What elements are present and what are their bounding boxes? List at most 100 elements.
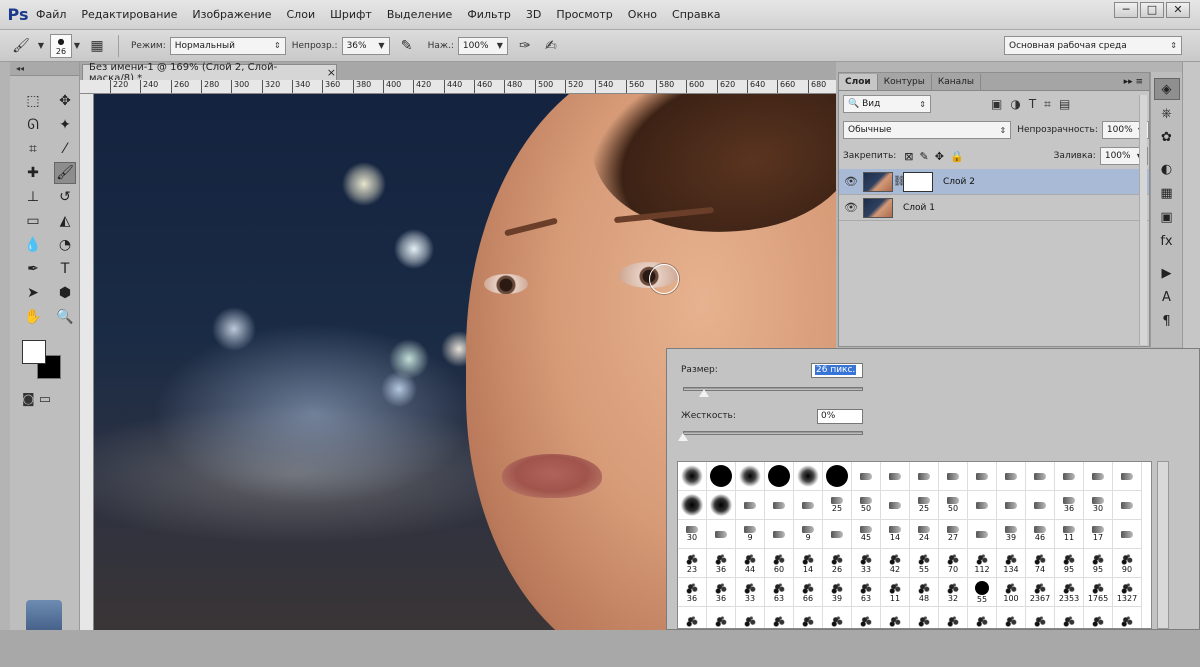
actions-panel-icon[interactable]: ▶ bbox=[1154, 262, 1180, 284]
brush-preset[interactable] bbox=[1113, 607, 1142, 628]
brush-preset[interactable]: 36 bbox=[707, 549, 736, 578]
lock-pixels-icon[interactable]: ✎ bbox=[920, 150, 929, 163]
brush-preset[interactable] bbox=[1084, 462, 1113, 491]
lasso-tool-icon[interactable]: ᘏ bbox=[22, 114, 44, 136]
brush-preset[interactable] bbox=[1084, 607, 1113, 628]
menu-view[interactable]: Просмотр bbox=[556, 8, 612, 21]
hand-tool-icon[interactable]: ✋ bbox=[22, 306, 44, 328]
marquee-tool-icon[interactable]: ⬚ bbox=[22, 90, 44, 112]
brush-preset[interactable] bbox=[939, 607, 968, 628]
brush-preset[interactable]: 33 bbox=[736, 578, 765, 607]
menu-window[interactable]: Окно bbox=[628, 8, 657, 21]
brush-preset[interactable]: 1327 bbox=[1113, 578, 1142, 607]
brush-preset[interactable] bbox=[823, 607, 852, 628]
brush-preset[interactable] bbox=[881, 462, 910, 491]
blur-tool-icon[interactable]: 💧 bbox=[22, 234, 44, 256]
paths-panel-icon[interactable]: ✿ bbox=[1154, 126, 1180, 148]
brush-preset[interactable]: 70 bbox=[939, 549, 968, 578]
history-brush-tool-icon[interactable]: ↺ bbox=[54, 186, 76, 208]
brush-preset[interactable] bbox=[707, 491, 736, 520]
move-tool-icon[interactable]: ✥ bbox=[54, 90, 76, 112]
brush-preset[interactable] bbox=[1026, 491, 1055, 520]
brush-preset[interactable]: 9 bbox=[736, 520, 765, 549]
brush-preset[interactable] bbox=[881, 491, 910, 520]
brush-preset[interactable] bbox=[968, 462, 997, 491]
brush-preset[interactable]: 2353 bbox=[1055, 578, 1084, 607]
brush-preset[interactable]: 32 bbox=[939, 578, 968, 607]
chevron-down-icon[interactable]: ▼ bbox=[36, 35, 46, 57]
brush-preset[interactable]: 112 bbox=[968, 549, 997, 578]
clone-stamp-tool-icon[interactable]: ⊥ bbox=[22, 186, 44, 208]
brush-preset[interactable]: 25 bbox=[823, 491, 852, 520]
magic-wand-tool-icon[interactable]: ✦ bbox=[54, 114, 76, 136]
brush-preset[interactable]: 11 bbox=[1055, 520, 1084, 549]
brush-preset[interactable]: 33 bbox=[852, 549, 881, 578]
panel-menu-icon[interactable]: ▸▸ ≡ bbox=[1124, 74, 1149, 90]
maximize-button[interactable]: □ bbox=[1140, 2, 1164, 18]
layer-mask-thumbnail[interactable] bbox=[903, 171, 933, 192]
brush-preset[interactable]: 45 bbox=[852, 520, 881, 549]
zoom-tool-icon[interactable]: 🔍 bbox=[54, 306, 76, 328]
brush-preset[interactable]: 14 bbox=[794, 549, 823, 578]
channels-panel-icon[interactable]: ⎈ bbox=[1154, 102, 1180, 124]
hardness-input[interactable]: 0% bbox=[817, 409, 863, 424]
brush-preset[interactable] bbox=[794, 462, 823, 491]
brush-preset[interactable] bbox=[707, 607, 736, 628]
filter-adjustment-icon[interactable]: ◑ bbox=[1010, 97, 1020, 112]
layer-row[interactable]: 👁 ⛓ Слой 2 bbox=[839, 169, 1149, 195]
paint-bucket-tool-icon[interactable]: ◭ bbox=[54, 210, 76, 232]
brush-tool-preset-icon[interactable]: 🖌 bbox=[10, 35, 32, 57]
type-tool-icon[interactable]: T bbox=[54, 258, 76, 280]
brush-preset[interactable]: 95 bbox=[1055, 549, 1084, 578]
brush-preset[interactable]: 30 bbox=[1084, 491, 1113, 520]
brush-preset[interactable]: 14 bbox=[881, 520, 910, 549]
adjustments-panel-icon[interactable]: ◐ bbox=[1154, 158, 1180, 180]
close-icon[interactable]: × bbox=[327, 66, 336, 79]
minimize-button[interactable]: ─ bbox=[1114, 2, 1138, 18]
brush-preset[interactable]: 39 bbox=[997, 520, 1026, 549]
opacity-input[interactable]: 36% ▼ bbox=[341, 36, 390, 55]
quick-mask-icon[interactable]: ◙ ▭ bbox=[22, 392, 51, 407]
brush-preset[interactable]: 27 bbox=[939, 520, 968, 549]
brush-preset[interactable]: 2367 bbox=[1026, 578, 1055, 607]
menu-image[interactable]: Изображение bbox=[192, 8, 271, 21]
brush-preset[interactable]: 63 bbox=[852, 578, 881, 607]
brush-preset[interactable] bbox=[823, 462, 852, 491]
fx-panel-icon[interactable]: fx bbox=[1154, 230, 1180, 252]
brush-preset[interactable] bbox=[765, 491, 794, 520]
brush-preset[interactable] bbox=[910, 462, 939, 491]
visibility-eye-icon[interactable]: 👁 bbox=[839, 175, 863, 188]
brush-preset[interactable] bbox=[736, 462, 765, 491]
pen-tool-icon[interactable]: ✒ bbox=[22, 258, 44, 280]
size-input[interactable]: 26 пикс. bbox=[811, 363, 863, 378]
brush-preset[interactable]: 17 bbox=[1084, 520, 1113, 549]
brush-preset[interactable]: 50 bbox=[852, 491, 881, 520]
menu-select[interactable]: Выделение bbox=[387, 8, 453, 21]
brush-preset[interactable] bbox=[968, 607, 997, 628]
brush-preset[interactable] bbox=[1113, 462, 1142, 491]
chevron-down-icon[interactable]: ▼ bbox=[72, 35, 82, 57]
mode-select[interactable]: Нормальный ⇕ bbox=[169, 36, 286, 55]
chain-link-icon[interactable]: ⛓ bbox=[893, 176, 906, 187]
brush-preset[interactable] bbox=[910, 607, 939, 628]
layers-panel-icon[interactable]: ◈ bbox=[1153, 78, 1180, 100]
brush-preset[interactable] bbox=[823, 520, 852, 549]
brush-preset[interactable]: 55 bbox=[910, 549, 939, 578]
brush-preset[interactable] bbox=[794, 607, 823, 628]
brush-preset[interactable] bbox=[707, 462, 736, 491]
brush-preset[interactable] bbox=[997, 491, 1026, 520]
size-slider-handle[interactable] bbox=[699, 389, 709, 397]
brush-preset[interactable]: 55 bbox=[968, 578, 997, 607]
brush-preset[interactable] bbox=[852, 462, 881, 491]
tab-channels[interactable]: Каналы bbox=[932, 74, 982, 90]
foreground-color-swatch[interactable] bbox=[22, 340, 46, 364]
layer-filter-select[interactable]: 🔍 Вид ⇕ bbox=[843, 95, 931, 113]
brush-preset[interactable]: 36 bbox=[678, 578, 707, 607]
brush-preset[interactable]: 44 bbox=[736, 549, 765, 578]
brush-preset[interactable] bbox=[997, 462, 1026, 491]
brush-presets-scrollbar[interactable] bbox=[1157, 461, 1169, 629]
brush-preset[interactable]: 25 bbox=[910, 491, 939, 520]
layer-row[interactable]: 👁 Слой 1 bbox=[839, 195, 1149, 221]
brush-preset[interactable] bbox=[1026, 607, 1055, 628]
menu-layer[interactable]: Слои bbox=[287, 8, 316, 21]
